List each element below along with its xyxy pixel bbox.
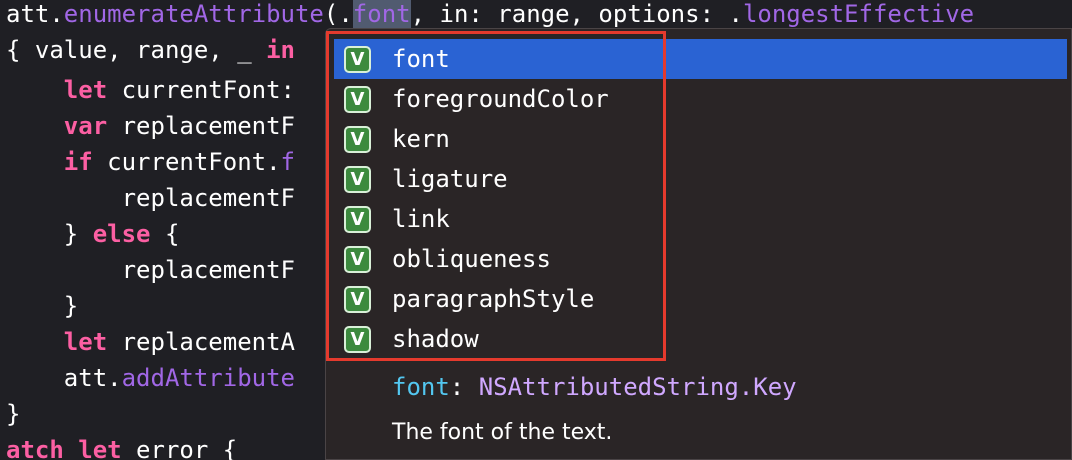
code-token: replacementF — [6, 184, 295, 212]
code-line[interactable]: } — [6, 396, 20, 432]
suggestion-item-ligature[interactable]: Vligature — [334, 159, 1067, 199]
code-line[interactable]: let replacementA — [6, 324, 295, 360]
code-line[interactable]: } — [6, 288, 78, 324]
code-line[interactable]: let currentFont: — [6, 72, 295, 108]
code-token: currentFont: — [107, 76, 295, 104]
code-token: else — [92, 220, 151, 248]
suggestion-label: foregroundColor — [392, 85, 609, 113]
code-token: currentFont. — [92, 148, 281, 176]
code-token: atch — [6, 436, 64, 460]
suggestion-label: kern — [392, 125, 450, 153]
variable-kind-icon: V — [344, 85, 371, 113]
suggestion-item-font[interactable]: Vfont — [334, 39, 1067, 79]
suggestion-item-kern[interactable]: Vkern — [334, 119, 1067, 159]
suggestion-label: ligature — [392, 165, 508, 193]
code-token: if — [63, 148, 93, 176]
code-token: var — [63, 112, 108, 140]
code-token: att. — [6, 364, 122, 392]
doc-symbol-name: font — [392, 373, 450, 401]
code-token: , in: range, options: . — [410, 0, 743, 28]
code-token: { — [150, 220, 180, 248]
code-line[interactable]: att.addAttribute — [6, 360, 295, 396]
suggestion-label: paragraphStyle — [392, 285, 595, 313]
code-editor[interactable]: att.enumerateAttribute(.font, in: range,… — [0, 0, 1072, 460]
suggestion-item-link[interactable]: Vlink — [334, 199, 1067, 239]
code-line[interactable]: var replacementF — [6, 108, 295, 144]
variable-kind-icon: V — [344, 125, 371, 153]
variable-kind-icon: V — [344, 325, 371, 353]
code-token: { value, range, _ — [6, 36, 267, 64]
suggestion-item-paragraph-style[interactable]: VparagraphStyle — [334, 279, 1067, 319]
doc-symbol-type: NSAttributedString.Key — [478, 373, 797, 401]
doc-summary: The font of the text. — [392, 420, 613, 445]
suggestion-item-shadow[interactable]: Vshadow — [334, 319, 1067, 359]
variable-kind-icon: V — [344, 205, 371, 233]
code-token: } — [6, 400, 21, 428]
code-line[interactable]: replacementF — [6, 180, 295, 216]
code-line[interactable]: atch let error { — [6, 432, 237, 460]
code-token: enumerateAttribute — [63, 0, 324, 28]
doc-separator: : — [449, 373, 479, 401]
code-token: (. — [323, 0, 353, 28]
code-token: addAttribute — [121, 364, 295, 392]
code-line[interactable]: if currentFont.f — [6, 144, 295, 180]
doc-signature: font: NSAttributedString.Key — [392, 369, 797, 405]
code-token: let — [63, 328, 108, 356]
autocomplete-popup: Vfont VforegroundColor Vkern Vligature Vlink… — [325, 28, 1072, 460]
code-line[interactable]: replacementF — [6, 252, 295, 288]
variable-kind-icon: V — [344, 285, 371, 313]
code-token: font — [352, 0, 411, 28]
code-token: let — [63, 76, 108, 104]
suggestion-list: Vfont VforegroundColor Vkern Vligature Vlink… — [334, 39, 1067, 359]
code-token: replacementF — [6, 256, 295, 284]
code-token: longestEffective — [742, 0, 975, 28]
code-token: f — [280, 148, 295, 176]
code-token: replacementF — [107, 112, 295, 140]
code-token: att. — [6, 0, 64, 28]
variable-kind-icon: V — [344, 45, 371, 73]
code-token: error { — [121, 436, 238, 460]
code-token: in — [266, 36, 295, 64]
suggestion-item-foreground-color[interactable]: VforegroundColor — [334, 79, 1067, 119]
suggestion-label: shadow — [392, 325, 479, 353]
quick-help-panel: font: NSAttributedString.Key The font of… — [326, 365, 1071, 459]
code-token: replacementA — [107, 328, 295, 356]
code-line[interactable]: } else { — [6, 216, 180, 252]
suggestion-item-obliqueness[interactable]: Vobliqueness — [334, 239, 1067, 279]
suggestion-label: font — [392, 45, 450, 73]
code-token: let — [78, 436, 122, 460]
code-token: } — [6, 292, 79, 320]
suggestion-label: obliqueness — [392, 245, 551, 273]
variable-kind-icon: V — [344, 165, 371, 193]
variable-kind-icon: V — [344, 245, 371, 273]
suggestion-label: link — [392, 205, 450, 233]
code-token: } — [6, 220, 93, 248]
code-line[interactable]: { value, range, _ in — [6, 32, 295, 68]
